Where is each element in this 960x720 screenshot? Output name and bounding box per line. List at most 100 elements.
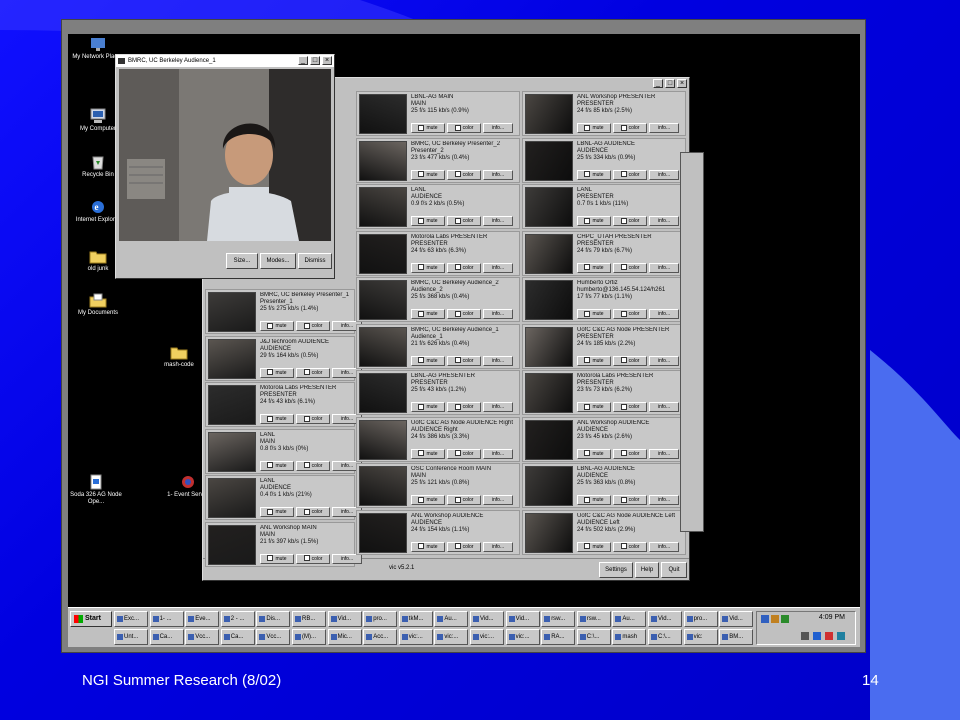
taskbar-button[interactable]: Exc... [114, 611, 148, 627]
mute-checkbox[interactable]: mute [411, 495, 445, 505]
taskbar-button[interactable]: vic:... [434, 629, 469, 645]
taskbar-button[interactable]: pro... [363, 611, 398, 627]
mute-checkbox[interactable]: mute [577, 355, 611, 366]
video-titlebar[interactable]: BMRC, UC Berkeley Audience_1 _ □ × [116, 55, 334, 67]
color-checkbox[interactable]: color [613, 355, 647, 366]
info-button[interactable]: info... [649, 541, 679, 552]
video-thumbnail[interactable] [208, 524, 256, 565]
mute-checkbox[interactable]: mute [577, 402, 611, 412]
video-thumbnail[interactable] [208, 478, 256, 518]
info-button[interactable]: info... [649, 448, 679, 459]
video-thumbnail[interactable] [208, 292, 256, 332]
mute-checkbox[interactable]: mute [260, 414, 294, 424]
mute-checkbox[interactable]: mute [577, 262, 611, 273]
color-checkbox[interactable]: color [296, 414, 330, 424]
mute-checkbox[interactable]: mute [577, 541, 611, 552]
taskbar-button[interactable]: Vid... [470, 611, 504, 627]
color-checkbox[interactable]: color [296, 507, 330, 517]
info-button[interactable]: info... [332, 553, 362, 564]
color-checkbox[interactable]: color [613, 402, 647, 412]
video-thumbnail[interactable] [359, 233, 407, 274]
taskbar-button[interactable]: Vid... [505, 611, 540, 627]
taskbar-button[interactable]: rsw... [541, 611, 576, 627]
taskbar-button[interactable]: Vid... [327, 611, 362, 627]
color-checkbox[interactable]: color [447, 448, 481, 459]
info-button[interactable]: info... [649, 402, 679, 412]
taskbar-button[interactable]: 2 - ... [220, 611, 255, 627]
video-thumbnail[interactable] [525, 94, 573, 134]
mute-checkbox[interactable]: mute [411, 169, 445, 180]
video-thumbnail[interactable] [525, 466, 573, 506]
color-checkbox[interactable]: color [447, 355, 481, 366]
desktop-icon-mash-code[interactable]: mash-code [149, 344, 209, 369]
info-button[interactable]: info... [649, 169, 679, 180]
color-checkbox[interactable]: color [296, 367, 330, 378]
taskbar-button[interactable]: tkM... [398, 611, 433, 627]
mute-checkbox[interactable]: mute [577, 169, 611, 180]
mute-checkbox[interactable]: mute [411, 541, 445, 552]
video-thumbnail[interactable] [359, 326, 407, 367]
taskbar-button[interactable]: Unt... [114, 629, 148, 645]
size-button[interactable]: Size... [226, 253, 258, 269]
video-thumbnail[interactable] [525, 140, 573, 181]
mute-checkbox[interactable]: mute [411, 402, 445, 412]
info-button[interactable]: info... [649, 262, 679, 273]
taskbar-button[interactable]: pro... [683, 611, 718, 627]
desktop-icon-documents[interactable]: My Documents [68, 292, 128, 317]
mute-checkbox[interactable]: mute [260, 553, 294, 564]
taskbar-button[interactable]: (M)... [292, 629, 326, 645]
video-thumbnail[interactable] [525, 373, 573, 413]
maximize-button[interactable]: □ [310, 56, 320, 65]
color-checkbox[interactable]: color [296, 460, 330, 471]
taskbar-button[interactable]: Vcc... [185, 629, 220, 645]
tray-icon[interactable] [761, 615, 769, 623]
color-checkbox[interactable]: color [613, 262, 647, 273]
color-checkbox[interactable]: color [296, 321, 330, 331]
desktop-icon-soda[interactable]: Soda 326 AG Node Ope... [68, 474, 126, 506]
taskbar-button[interactable]: vic:... [505, 629, 540, 645]
color-checkbox[interactable]: color [447, 495, 481, 505]
taskbar-button[interactable]: Au... [612, 611, 647, 627]
mute-checkbox[interactable]: mute [260, 460, 294, 471]
taskbar-button[interactable]: Ca... [149, 629, 184, 645]
color-checkbox[interactable]: color [296, 553, 330, 564]
info-button[interactable]: info... [649, 355, 679, 366]
video-thumbnail[interactable] [359, 94, 407, 134]
mute-checkbox[interactable]: mute [577, 309, 611, 319]
color-checkbox[interactable]: color [447, 123, 481, 133]
taskbar-button[interactable]: C:\... [576, 629, 611, 645]
video-thumbnail[interactable] [359, 466, 407, 506]
mute-checkbox[interactable]: mute [577, 216, 611, 226]
color-checkbox[interactable]: color [613, 216, 647, 226]
close-button[interactable]: × [677, 79, 687, 88]
mute-checkbox[interactable]: mute [411, 216, 445, 226]
minimize-button[interactable]: _ [653, 79, 663, 88]
video-thumbnail[interactable] [525, 419, 573, 460]
network-tray-icon[interactable] [813, 632, 821, 640]
video-thumbnail[interactable] [525, 512, 573, 553]
color-checkbox[interactable]: color [447, 169, 481, 180]
info-button[interactable]: info... [483, 541, 513, 552]
taskbar-button[interactable]: vic:... [470, 629, 504, 645]
video-thumbnail[interactable] [525, 280, 573, 320]
info-button[interactable]: info... [649, 495, 679, 505]
video-thumbnail[interactable] [359, 512, 407, 553]
color-checkbox[interactable]: color [447, 309, 481, 319]
mute-checkbox[interactable]: mute [411, 262, 445, 273]
taskbar-button[interactable]: Eve... [185, 611, 220, 627]
tray-icon[interactable] [771, 615, 779, 623]
maximize-button[interactable]: □ [665, 79, 675, 88]
mute-checkbox[interactable]: mute [260, 321, 294, 331]
help-button[interactable]: Help [635, 562, 659, 578]
taskbar-button[interactable]: 1- ... [149, 611, 184, 627]
video-thumbnail[interactable] [525, 187, 573, 227]
taskbar-button[interactable]: C:\... [648, 629, 682, 645]
taskbar-button[interactable]: RA... [541, 629, 576, 645]
taskbar-button[interactable]: Ca... [220, 629, 255, 645]
info-button[interactable]: info... [483, 262, 513, 273]
color-checkbox[interactable]: color [613, 448, 647, 459]
color-checkbox[interactable]: color [613, 541, 647, 552]
info-button[interactable]: info... [483, 169, 513, 180]
info-button[interactable]: info... [483, 448, 513, 459]
video-thumbnail[interactable] [208, 431, 256, 472]
